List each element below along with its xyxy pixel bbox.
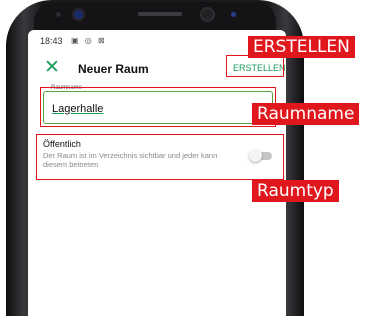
annotation-room-type: Raumtyp bbox=[252, 180, 339, 202]
phone-top-bezel bbox=[34, 2, 276, 32]
page-title: Neuer Raum bbox=[78, 62, 149, 76]
annotation-room-name: Raumname bbox=[252, 103, 360, 125]
iris-scanner bbox=[202, 9, 213, 20]
front-camera bbox=[74, 10, 83, 19]
room-name-highlight-box bbox=[40, 87, 276, 127]
status-time: 18:43 bbox=[40, 36, 63, 46]
annotation-create: ERSTELLEN bbox=[248, 36, 355, 58]
close-icon[interactable]: ✕ bbox=[44, 58, 60, 78]
notification-icons: ▣ ◎ ⊠ bbox=[71, 36, 107, 45]
front-sensor bbox=[56, 12, 61, 17]
public-toggle-knob[interactable] bbox=[249, 149, 262, 162]
create-highlight-box bbox=[226, 55, 284, 77]
earpiece-speaker bbox=[138, 12, 182, 16]
sensor-light bbox=[231, 12, 236, 17]
screen-fade bbox=[28, 206, 286, 316]
public-setting-title: Öffentlich bbox=[43, 139, 81, 149]
phone-screen: 18:43 ▣ ◎ ⊠ ◈ ✕ Neuer Raum ERSTELLEN Rau… bbox=[28, 30, 286, 316]
public-setting-description: Der Raum ist im Verzeichnis sichtbar und… bbox=[43, 151, 218, 169]
